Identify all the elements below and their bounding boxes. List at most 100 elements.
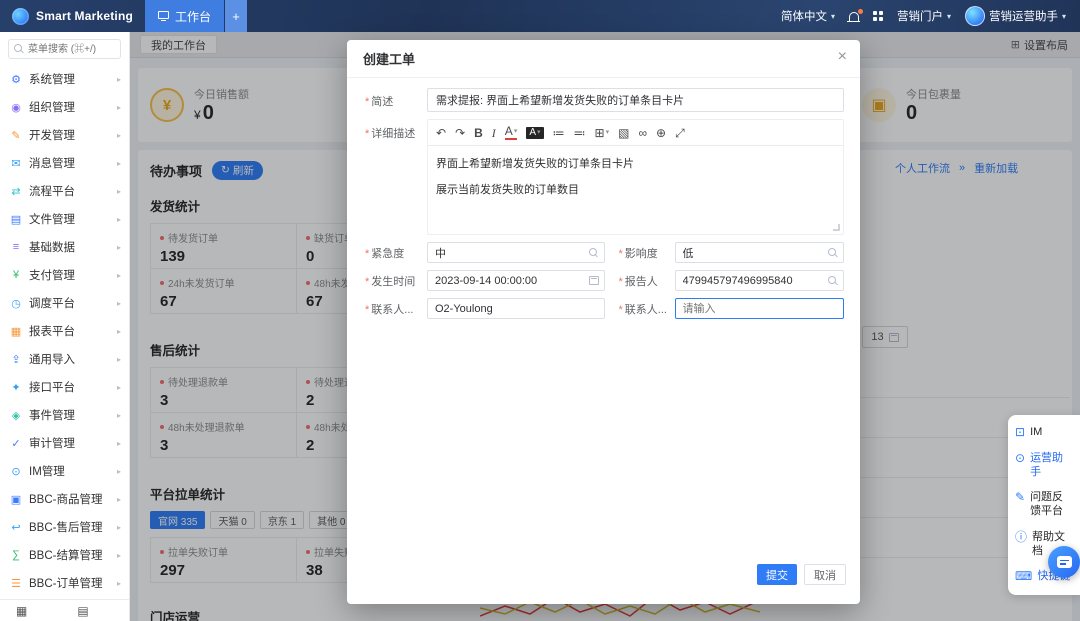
urgency-field: *紧急度 [365,242,605,263]
create-ticket-modal: 创建工单 × *简述 *详细描述 ↶↷BIA▾A▾≔≕⊞▾▧∞⊕⤢ 界面上希望新… [347,40,860,604]
editor-line: 展示当前发货失败的订单数目 [436,181,835,197]
occur-time-field: *发生时间 [365,270,605,291]
tab-workbench[interactable]: 工作台 [145,0,224,32]
apps-button[interactable] [873,11,883,21]
sidebar-item-18[interactable]: ☰BBC-订单管理▸ [0,569,129,597]
apps-grid-icon [873,11,883,21]
shortcut-icon: ⌨ [1015,570,1032,583]
undo-icon[interactable]: ↶ [436,127,446,139]
contact1-label: *联系人... [365,300,427,317]
impact-select[interactable] [675,242,845,263]
sidebar-search [8,39,121,59]
summary-label: *简述 [365,92,427,109]
image-icon[interactable]: ▧ [618,127,629,139]
sidebar-item-15[interactable]: ▣BBC-商品管理▸ [0,485,129,513]
menu-search-input[interactable] [8,39,121,59]
editor-line: 界面上希望新增发货失败的订单条目卡片 [436,155,835,171]
submit-button[interactable]: 提交 [757,564,797,585]
topbar: Smart Marketing 工作台 + 简体中文 ▾ 营销门户 ▾ [0,0,1080,32]
reporter-label: *报告人 [619,272,675,289]
user-menu[interactable]: 营销运营助手 ▾ [965,6,1066,26]
helper-item[interactable]: ⊡IM [1008,420,1080,446]
settle-icon: ∑ [8,549,24,561]
cancel-button[interactable]: 取消 [804,564,846,585]
chevron-down-icon: ▾ [947,12,951,21]
attach-icon[interactable]: ⊕ [656,127,666,139]
code-icon: ✎ [8,129,24,142]
sidebar-item-5[interactable]: ▤文件管理▸ [0,205,129,233]
notification-button[interactable] [849,11,859,21]
portal-label: 营销门户 [897,8,943,24]
italic-icon[interactable]: I [492,127,496,139]
contact1-input[interactable] [427,298,605,319]
fullscreen-icon[interactable]: ⤢ [675,127,685,139]
sidebar-item-0[interactable]: ⚙系统管理▸ [0,65,129,93]
calendar-icon [589,276,599,285]
sidebar-item-6[interactable]: ≡基础数据▸ [0,233,129,261]
sidebar-item-13[interactable]: ✓审计管理▸ [0,429,129,457]
resize-handle[interactable] [833,224,840,231]
sidebar-item-7[interactable]: ¥支付管理▸ [0,261,129,289]
helper-item-label: 运营助手 [1030,452,1073,480]
font-color-icon[interactable]: A▾ [505,125,518,140]
sidebar-item-14[interactable]: ⊙IM管理▸ [0,457,129,485]
reporter-select[interactable] [675,270,845,291]
helper-item[interactable]: ⊙运营助手 [1008,446,1080,486]
modal-title: 创建工单 [363,49,415,68]
sidebar-item-label: IM管理 [29,463,117,479]
sidebar-item-label: BBC-商品管理 [29,491,117,507]
search-icon [589,248,599,258]
chevron-right-icon: ▸ [117,299,121,308]
chevron-down-icon: ▾ [537,129,541,136]
chevron-right-icon: ▸ [117,75,121,84]
contact2-input[interactable] [675,298,845,319]
chevron-right-icon: ▸ [117,159,121,168]
table-icon[interactable]: ⊞▾ [595,127,610,139]
bullet-list-icon[interactable]: ≔ [553,127,565,139]
required-asterisk: * [365,128,369,140]
editor-content[interactable]: 界面上希望新增发货失败的订单条目卡片 展示当前发货失败的订单数目 [428,146,843,234]
urgency-select[interactable] [427,242,605,263]
urgency-label: *紧急度 [365,244,427,261]
sidebar-item-label: 消息管理 [29,155,117,171]
chat-fab-button[interactable] [1048,546,1080,578]
required-asterisk: * [619,276,623,288]
sidebar-item-16[interactable]: ↩BBC-售后管理▸ [0,513,129,541]
time-reporter-row: *发生时间 *报告人 [365,270,844,291]
sidebar-item-2[interactable]: ✎开发管理▸ [0,121,129,149]
close-icon[interactable]: × [838,49,847,65]
sidebar-item-1[interactable]: ◉组织管理▸ [0,93,129,121]
document-icon[interactable]: ▤ [77,605,88,617]
sidebar-menu: ⚙系统管理▸◉组织管理▸✎开发管理▸✉消息管理▸⇄流程平台▸▤文件管理▸≡基础数… [0,63,129,599]
new-tab-button[interactable]: + [225,0,247,32]
sidebar-item-11[interactable]: ✦接口平台▸ [0,373,129,401]
bg-color-icon[interactable]: A▾ [526,127,543,139]
sidebar-item-label: 通用导入 [29,351,117,367]
sidebar-item-3[interactable]: ✉消息管理▸ [0,149,129,177]
language-switcher[interactable]: 简体中文 ▾ [781,8,835,24]
contact2-field: *联系人... [605,298,845,319]
portal-menu[interactable]: 营销门户 ▾ [897,8,951,24]
org-icon: ◉ [8,101,24,114]
bold-icon[interactable]: B [474,127,483,139]
redo-icon[interactable]: ↷ [455,127,465,139]
sidebar-item-9[interactable]: ▦报表平台▸ [0,317,129,345]
link-icon[interactable]: ∞ [638,127,647,139]
sidebar-item-4[interactable]: ⇄流程平台▸ [0,177,129,205]
im-icon: ⊙ [8,465,24,478]
helper-item[interactable]: ✎问题反馈平台 [1008,485,1080,525]
chevron-right-icon: ▸ [117,439,121,448]
sidebar-item-10[interactable]: ⇪通用导入▸ [0,345,129,373]
required-asterisk: * [619,304,623,316]
sidebar-item-17[interactable]: ∑BBC-结算管理▸ [0,541,129,569]
grid-icon[interactable]: ▦ [16,605,27,617]
monitor-icon [158,11,169,19]
ordered-list-icon[interactable]: ≕ [574,127,586,139]
sidebar-item-12[interactable]: ◈事件管理▸ [0,401,129,429]
order-icon: ☰ [8,577,24,590]
sidebar-item-label: 接口平台 [29,379,117,395]
rich-text-editor: ↶ ↷ BI A▾ A▾ ≔ ≕ ⊞▾ ▧ ∞ ⊕ ⤢ 界面上希望新增发货失败的订单条目卡片 展示当前… [427,119,844,235]
occur-time-input[interactable] [427,270,605,291]
summary-input[interactable] [427,88,844,112]
sidebar-item-8[interactable]: ◷调度平台▸ [0,289,129,317]
